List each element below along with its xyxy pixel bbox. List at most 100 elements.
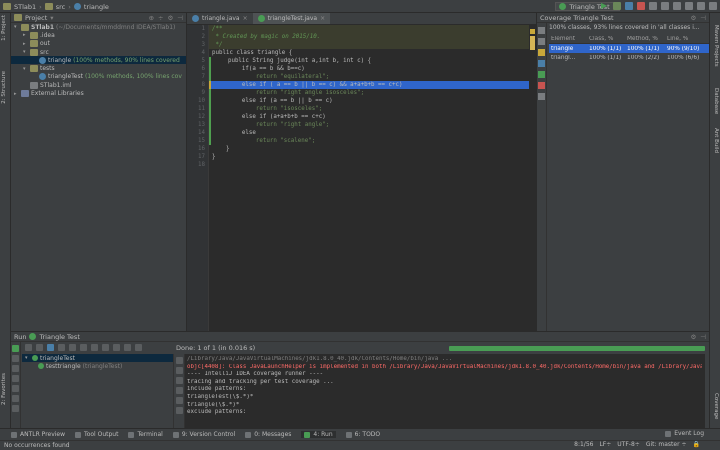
tab-coverage[interactable]: Coverage [713, 393, 719, 419]
arrow-up-icon[interactable] [538, 27, 545, 34]
history-icon[interactable] [673, 2, 681, 10]
hide-icon[interactable]: ⊣ [177, 14, 183, 22]
arrow-down-icon[interactable] [538, 38, 545, 45]
soft-wrap-icon[interactable] [176, 377, 183, 384]
tree-item[interactable]: triangleTest (100% methods, 100% lines co… [11, 73, 186, 81]
tree-item[interactable]: ▸ out [11, 40, 186, 48]
chevron-down-icon[interactable]: ▾ [50, 14, 53, 22]
table-row[interactable]: triangle 100% (1/1) 100% (1/1) 90% (9/10… [549, 44, 709, 53]
gear-icon[interactable]: ⚙ [168, 14, 174, 22]
chevron-right-icon[interactable]: ▸ [23, 41, 28, 47]
pin-icon[interactable] [12, 395, 19, 402]
chevron-right-icon[interactable]: ▸ [23, 32, 28, 38]
column-header[interactable]: Class, % [589, 36, 627, 42]
print-icon[interactable] [176, 397, 183, 404]
stop-icon[interactable] [12, 375, 19, 382]
vcs-commit-icon[interactable] [661, 2, 669, 10]
tree-item[interactable]: triangle (100% methods, 90% lines covered [11, 56, 186, 65]
gear-icon[interactable]: ⚙ [691, 14, 697, 22]
gear-icon[interactable]: ⚙ [691, 333, 697, 341]
coverage-run-icon[interactable] [625, 2, 633, 10]
line-number-gutter[interactable]: 1 2 3 4 5 6 7 8 9 10 11 12 13 14 15 16 17 18 [187, 25, 209, 331]
project-pane-title[interactable]: Project [25, 14, 47, 22]
sort-alpha-icon[interactable] [47, 344, 54, 351]
clear-icon[interactable] [176, 407, 183, 414]
autoscroll-icon[interactable] [538, 60, 545, 67]
breadcrumb-triangle[interactable]: triangle [84, 3, 109, 11]
tab-structure[interactable]: 2: Structure [1, 71, 7, 104]
code-area[interactable]: /** * Created by magic on 2015/10. */ pub… [209, 25, 529, 331]
breadcrumb-src[interactable]: src [56, 3, 66, 11]
file-encoding[interactable]: UTF-8÷ [617, 441, 640, 448]
column-header[interactable]: Line, % [667, 36, 707, 42]
chevron-down-icon[interactable]: ▾ [14, 24, 19, 30]
import-results-icon[interactable] [124, 344, 131, 351]
tree-item[interactable]: STlab1.iml [11, 81, 186, 89]
warning-marker[interactable] [530, 29, 535, 34]
close-icon[interactable] [538, 82, 545, 89]
project-structure-icon[interactable] [697, 2, 705, 10]
test-case-row[interactable]: testtriangle (triangleTest) [22, 362, 173, 370]
scroll-thumb[interactable] [530, 36, 535, 50]
close-icon[interactable]: × [243, 15, 248, 22]
breadcrumb-project[interactable]: STlab1 [14, 3, 36, 11]
column-header[interactable]: Element [549, 36, 589, 42]
tab-messages[interactable]: 0: Messages [245, 431, 291, 438]
close-icon[interactable] [12, 405, 19, 412]
arrow-up-icon[interactable] [176, 357, 183, 364]
previous-icon[interactable] [91, 344, 98, 351]
tab-database[interactable]: Database [713, 88, 719, 114]
rerun-failed-icon[interactable] [12, 355, 19, 362]
table-row[interactable]: triangl... 100% (1/1) 100% (2/2) 100% (6… [549, 53, 709, 62]
column-header[interactable]: Method, % [627, 36, 667, 42]
close-icon[interactable]: × [320, 15, 325, 22]
chevron-down-icon[interactable]: ▾ [23, 49, 28, 55]
test-suite-row[interactable]: ▾ triangleTest [22, 354, 173, 363]
tab-terminal[interactable]: Terminal [128, 431, 163, 438]
flatten-icon[interactable] [538, 49, 545, 56]
vcs-update-icon[interactable] [649, 2, 657, 10]
collapse-icon[interactable]: ÷ [158, 14, 163, 22]
sync-icon[interactable]: ⊕ [149, 14, 154, 22]
tab-triangle-java[interactable]: triangle.java × [187, 13, 253, 24]
next-icon[interactable] [102, 344, 109, 351]
tree-item[interactable]: ▾ STlab1 (~/Documents/mmddmnd IDEA/STlab1) [11, 23, 186, 31]
tree-item[interactable]: ▸ External Libraries [11, 89, 186, 98]
sort-duration-icon[interactable] [58, 344, 65, 351]
show-ignored-icon[interactable] [36, 344, 43, 351]
generate-report-icon[interactable] [538, 71, 545, 78]
arrow-down-icon[interactable] [176, 367, 183, 374]
tab-antlr-preview[interactable]: ANTLR Preview [11, 431, 65, 438]
debug-icon[interactable] [613, 2, 621, 10]
tree-item[interactable]: ▸ .idea [11, 31, 186, 39]
hide-icon[interactable]: ⊣ [700, 333, 706, 341]
tab-project[interactable]: 1: Project [1, 15, 7, 41]
scroll-to-end-icon[interactable] [176, 387, 183, 394]
help-icon[interactable] [538, 93, 545, 100]
tab-maven-projects[interactable]: Maven Projects [713, 25, 719, 67]
gear-icon[interactable] [135, 344, 142, 351]
run-icon[interactable]: ▶ [601, 2, 609, 10]
tab-tool-output[interactable]: Tool Output [75, 431, 118, 438]
tree-item[interactable]: ▾ tests [11, 64, 186, 73]
hide-icon[interactable]: ⊣ [700, 14, 706, 22]
chevron-down-icon[interactable]: ▾ [23, 66, 28, 72]
tab-version-control[interactable]: 9: Version Control [172, 431, 235, 438]
lock-icon[interactable]: 🔒 [693, 441, 700, 448]
rerun-icon[interactable] [12, 345, 19, 352]
vcs-branch[interactable]: Git: master ÷ [646, 441, 687, 448]
tab-run[interactable]: 4: Run [301, 431, 336, 438]
tree-item[interactable]: ▾ src [11, 48, 186, 56]
toggle-autotest-icon[interactable] [12, 365, 19, 372]
line-separator[interactable]: LF÷ [599, 441, 611, 448]
settings-icon[interactable] [685, 2, 693, 10]
console-output[interactable]: /Library/Java/JavaVirtualMachines/jdk1.8… [175, 354, 705, 429]
expand-all-icon[interactable] [69, 344, 76, 351]
tab-todo[interactable]: 6: TODO [345, 431, 380, 438]
tab-favorites[interactable]: 2: Favorites [1, 373, 7, 405]
caret-position[interactable]: 8:1/56 [574, 441, 593, 448]
run-config-name[interactable]: Triangle Test [39, 333, 79, 341]
show-passed-icon[interactable] [25, 344, 32, 351]
collapse-all-icon[interactable] [80, 344, 87, 351]
help-icon[interactable] [709, 2, 717, 10]
